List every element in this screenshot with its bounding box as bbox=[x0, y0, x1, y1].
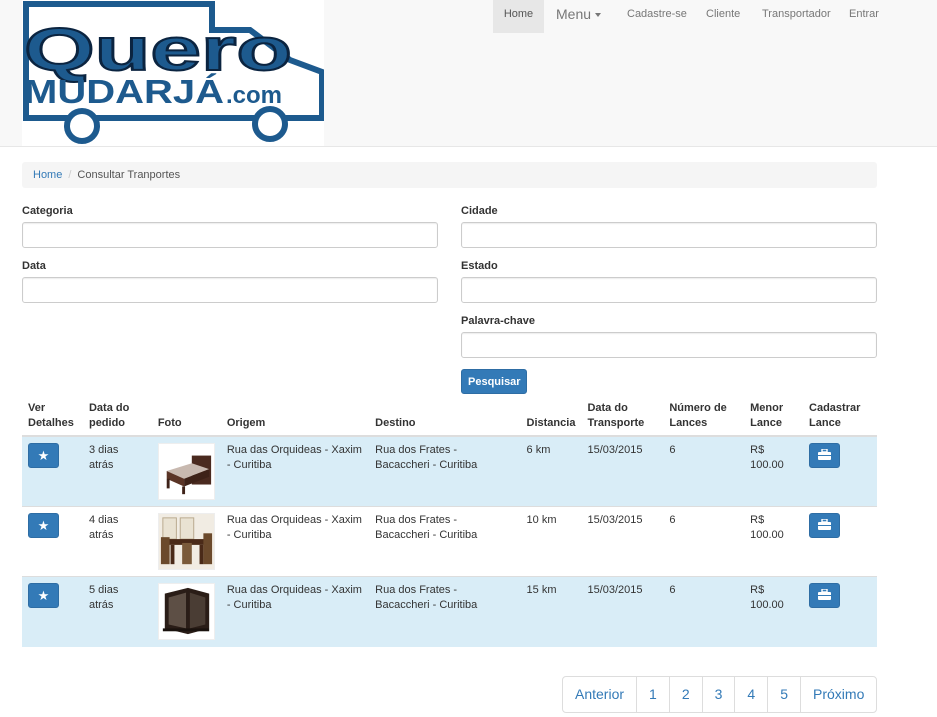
table-row: ★ 5 dias atrás Rua das Orquideas - Xaxim… bbox=[22, 576, 877, 647]
cell-origem: Rua das Orquideas - Xaxim - Curitiba bbox=[220, 435, 370, 507]
nav-entrar-label: Entrar bbox=[849, 8, 879, 20]
cidade-label: Cidade bbox=[461, 205, 498, 217]
breadcrumb-separator: / bbox=[68, 169, 72, 181]
cell-distancia: 6 km bbox=[520, 435, 582, 507]
col-header-destino: Destino bbox=[369, 396, 521, 437]
nav-entrar[interactable]: Entrar bbox=[839, 0, 889, 33]
briefcase-icon bbox=[818, 588, 832, 600]
ver-detalhes-button[interactable]: ★ bbox=[28, 513, 59, 538]
pagination-next[interactable]: Próximo bbox=[800, 676, 878, 713]
truck-logo-graphic: Quero MUDARJÁ .com bbox=[23, 1, 324, 144]
data-input[interactable] bbox=[22, 277, 438, 303]
col-header-foto: Foto bbox=[151, 396, 221, 437]
categoria-label: Categoria bbox=[22, 205, 73, 217]
cell-destino: Rua dos Frates - Bacaccheri - Curitiba bbox=[369, 506, 521, 577]
cell-origem: Rua das Orquideas - Xaxim - Curitiba bbox=[220, 506, 370, 577]
nav-cliente-label: Cliente bbox=[706, 8, 741, 20]
cell-menor-lance: R$ 100.00 bbox=[744, 576, 804, 647]
col-header-cadastrar-lance: Cadastrar Lance bbox=[803, 396, 877, 437]
table-header-row: Ver Detalhes Data do pedido Foto Origem … bbox=[22, 396, 877, 437]
site-logo[interactable]: Quero MUDARJÁ .com bbox=[22, 0, 324, 146]
cell-numero-lances: 6 bbox=[663, 435, 745, 507]
cell-distancia: 15 km bbox=[520, 576, 582, 647]
cell-menor-lance: R$ 100.00 bbox=[744, 435, 804, 507]
logo-suffix: .com bbox=[226, 82, 282, 109]
table-row: ★ 3 dias atrás Rua das Orquideas - Xaxim… bbox=[22, 435, 877, 507]
ver-detalhes-button[interactable]: ★ bbox=[28, 443, 59, 468]
nav-menu-dropdown[interactable]: Menu bbox=[546, 0, 611, 33]
cell-distancia: 10 km bbox=[520, 506, 582, 577]
navbar: Quero MUDARJÁ .com Home Menu Cadastre-se… bbox=[0, 0, 937, 147]
col-header-distancia: Distancia bbox=[520, 396, 582, 437]
caret-down-icon bbox=[595, 13, 602, 18]
cell-destino: Rua dos Frates - Bacaccheri - Curitiba bbox=[369, 576, 521, 647]
cidade-input[interactable] bbox=[461, 222, 877, 248]
star-icon: ★ bbox=[37, 588, 50, 603]
pagination-page-3[interactable]: 3 bbox=[701, 676, 736, 713]
star-icon: ★ bbox=[37, 518, 50, 533]
cell-data-transporte: 15/03/2015 bbox=[581, 435, 664, 507]
cadastrar-lance-button[interactable] bbox=[809, 443, 841, 468]
nav-home-label: Home bbox=[503, 8, 534, 20]
data-label: Data bbox=[22, 260, 46, 272]
palavra-chave-label: Palavra-chave bbox=[461, 315, 535, 327]
nav-transportador-label: Transportador bbox=[762, 8, 831, 20]
cell-data-transporte: 15/03/2015 bbox=[581, 576, 664, 647]
corner-cabinet-photo[interactable] bbox=[157, 583, 215, 640]
pesquisar-button[interactable]: Pesquisar bbox=[461, 369, 527, 394]
palavra-chave-input[interactable] bbox=[461, 332, 877, 358]
pagination-page-1[interactable]: 1 bbox=[636, 676, 670, 713]
cell-data-pedido: 5 dias atrás bbox=[82, 576, 152, 647]
cell-menor-lance: R$ 100.00 bbox=[744, 506, 804, 577]
nav-home[interactable]: Home bbox=[493, 0, 544, 33]
cell-foto bbox=[151, 435, 221, 507]
table-row: ★ 4 dias atrás Rua das Orquideas - Xaxim… bbox=[22, 506, 877, 577]
pagination-previous[interactable]: Anterior bbox=[562, 676, 638, 713]
col-header-data-transporte: Data do Transporte bbox=[581, 396, 664, 437]
col-header-menor-lance: Menor Lance bbox=[744, 396, 804, 437]
cell-data-pedido: 3 dias atrás bbox=[82, 435, 152, 507]
categoria-input[interactable] bbox=[22, 222, 438, 248]
pagination-page-2[interactable]: 2 bbox=[668, 676, 703, 713]
col-header-origem: Origem bbox=[220, 396, 370, 437]
dining-set-photo[interactable] bbox=[157, 513, 215, 570]
logo-line2: MUDARJÁ bbox=[24, 73, 224, 110]
cell-data-pedido: 4 dias atrás bbox=[82, 506, 152, 577]
breadcrumb: Home / Consultar Tranportes bbox=[22, 162, 877, 188]
star-icon: ★ bbox=[37, 448, 50, 463]
col-header-ver-detalhes: Ver Detalhes bbox=[22, 396, 83, 437]
nav-cliente[interactable]: Cliente bbox=[696, 0, 750, 33]
breadcrumb-home-link[interactable]: Home bbox=[33, 169, 62, 181]
pagination-page-4[interactable]: 4 bbox=[734, 676, 769, 713]
estado-input[interactable] bbox=[461, 277, 877, 303]
estado-label: Estado bbox=[461, 260, 498, 272]
cell-foto bbox=[151, 576, 221, 647]
breadcrumb-current: Consultar Tranportes bbox=[77, 169, 181, 181]
cell-data-transporte: 15/03/2015 bbox=[581, 506, 664, 577]
nav-cadastre-se[interactable]: Cadastre-se bbox=[617, 0, 697, 33]
ver-detalhes-button[interactable]: ★ bbox=[28, 583, 59, 608]
cell-numero-lances: 6 bbox=[663, 506, 745, 577]
briefcase-icon bbox=[818, 448, 832, 460]
col-header-data-pedido: Data do pedido bbox=[82, 396, 152, 437]
nav-menu-label: Menu bbox=[556, 6, 592, 22]
pagination: Anterior 1 2 3 4 5 Próximo bbox=[562, 676, 878, 713]
nav-cadastre-label: Cadastre-se bbox=[627, 8, 687, 20]
pagination-page-5[interactable]: 5 bbox=[767, 676, 802, 713]
briefcase-icon bbox=[818, 518, 832, 530]
cell-origem: Rua das Orquideas - Xaxim - Curitiba bbox=[220, 576, 370, 647]
cell-destino: Rua dos Frates - Bacaccheri - Curitiba bbox=[369, 435, 521, 507]
cadastrar-lance-button[interactable] bbox=[809, 513, 841, 538]
bed-photo[interactable] bbox=[157, 443, 215, 500]
transport-table: Ver Detalhes Data do pedido Foto Origem … bbox=[22, 396, 877, 647]
cell-foto bbox=[151, 506, 221, 577]
nav-transportador[interactable]: Transportador bbox=[752, 0, 841, 33]
cadastrar-lance-button[interactable] bbox=[809, 583, 841, 608]
cell-numero-lances: 6 bbox=[663, 576, 745, 647]
col-header-numero-lances: Número de Lances bbox=[663, 396, 745, 437]
